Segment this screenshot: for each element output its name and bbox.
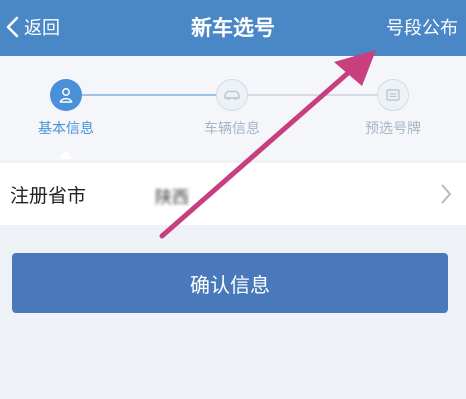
province-city-value: 陕西 xyxy=(155,188,189,208)
back-button[interactable]: 返回 xyxy=(4,8,60,46)
step-2-icon xyxy=(216,79,248,111)
segment-publish-link[interactable]: 号段公布 xyxy=(386,14,458,40)
step-1-label: 基本信息 xyxy=(38,121,94,137)
person-icon xyxy=(59,88,73,103)
province-city-label: 注册省市 xyxy=(10,185,87,207)
step-connector xyxy=(82,94,222,96)
chevron-right-icon xyxy=(441,184,452,204)
step-connector xyxy=(247,94,383,96)
province-city-row[interactable]: 注册省市 陕西 xyxy=(0,163,466,225)
step-indicator: 基本信息 车辆信息 预选号牌 xyxy=(0,56,466,160)
step-3-icon xyxy=(377,79,409,111)
car-icon xyxy=(224,90,240,100)
confirm-button[interactable]: 确认信息 xyxy=(12,253,448,313)
back-label: 返回 xyxy=(24,18,60,39)
step-2-label: 车辆信息 xyxy=(204,121,260,137)
plate-icon xyxy=(386,89,400,101)
active-step-pointer xyxy=(59,150,73,159)
step-3-label: 预选号牌 xyxy=(365,121,421,137)
step-1-icon xyxy=(50,79,82,111)
chevron-left-icon xyxy=(6,16,19,38)
nav-bar: 返回 新车选号 号段公布 xyxy=(0,0,466,56)
